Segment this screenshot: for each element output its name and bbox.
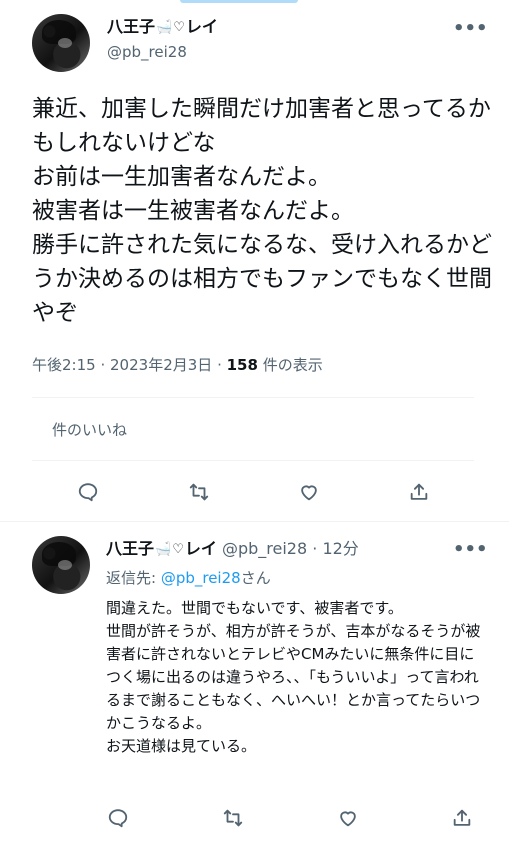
- reply-header: 八王子🛁♡レイ @pb_rei28 · 12分: [106, 539, 359, 560]
- author-handle[interactable]: @pb_rei28: [107, 43, 187, 61]
- views-label: 件の表示: [262, 356, 323, 374]
- separator-dot: ·: [312, 539, 318, 558]
- heart-icon[interactable]: [294, 477, 324, 507]
- bathtub-emoji-icon: 🛁: [155, 542, 172, 557]
- reply-tweet-text: 間違えた。世間でもないです、被害者です。 世間が許そうが、相方が許そうが、吉本が…: [106, 599, 481, 755]
- tweet-detail-page: 八王子🛁♡レイ @pb_rei28 ••• 兼近、加害した瞬間だけ加害者と思って…: [0, 0, 509, 842]
- reply-author-name[interactable]: 八王子🛁♡レイ: [106, 539, 217, 558]
- tweet-date[interactable]: 2023年2月3日: [110, 356, 212, 374]
- replying-to: 返信先: @pb_rei28さん: [106, 569, 271, 587]
- share-upload-icon[interactable]: [404, 477, 434, 507]
- views-count[interactable]: 158: [227, 356, 258, 374]
- reply-avatar[interactable]: [32, 536, 90, 594]
- reply-time[interactable]: 12分: [322, 539, 358, 558]
- reply-action-bar: [0, 803, 509, 833]
- display-name-suffix: レイ: [185, 17, 218, 36]
- more-options-icon[interactable]: •••: [453, 20, 488, 38]
- top-button-remnant: [180, 0, 298, 3]
- reply-author-handle[interactable]: @pb_rei28: [222, 539, 307, 558]
- divider: [32, 397, 474, 398]
- tweet-text: 兼近、加害した瞬間だけ加害者と思ってるかもしれないけどな お前は一生加害者なんだ…: [32, 96, 492, 326]
- reply-bubble-icon[interactable]: [103, 803, 133, 833]
- reply-more-options-icon[interactable]: •••: [453, 541, 488, 559]
- avatar[interactable]: [32, 14, 90, 72]
- tweet-action-bar: [0, 477, 509, 507]
- divider: [0, 521, 509, 522]
- retweet-icon[interactable]: [184, 477, 214, 507]
- heart-icon[interactable]: [333, 803, 363, 833]
- heart-outline-emoji-icon: ♡: [173, 20, 185, 35]
- tweet-time[interactable]: 午後2:15: [32, 356, 96, 374]
- author-display-name[interactable]: 八王子🛁♡レイ: [107, 17, 218, 38]
- retweet-icon[interactable]: [218, 803, 248, 833]
- reply-bubble-icon[interactable]: [73, 477, 103, 507]
- share-upload-icon[interactable]: [447, 803, 477, 833]
- bathtub-emoji-icon: 🛁: [156, 20, 173, 35]
- tweet-timestamp-views: 午後2:15 · 2023年2月3日 · 158 件の表示: [32, 356, 323, 374]
- display-name-text: 八王子: [107, 17, 156, 36]
- divider: [32, 460, 474, 461]
- heart-outline-emoji-icon: ♡: [172, 542, 184, 557]
- likes-link[interactable]: 件のいいね: [52, 420, 127, 440]
- replying-to-mention[interactable]: @pb_rei28: [161, 569, 241, 587]
